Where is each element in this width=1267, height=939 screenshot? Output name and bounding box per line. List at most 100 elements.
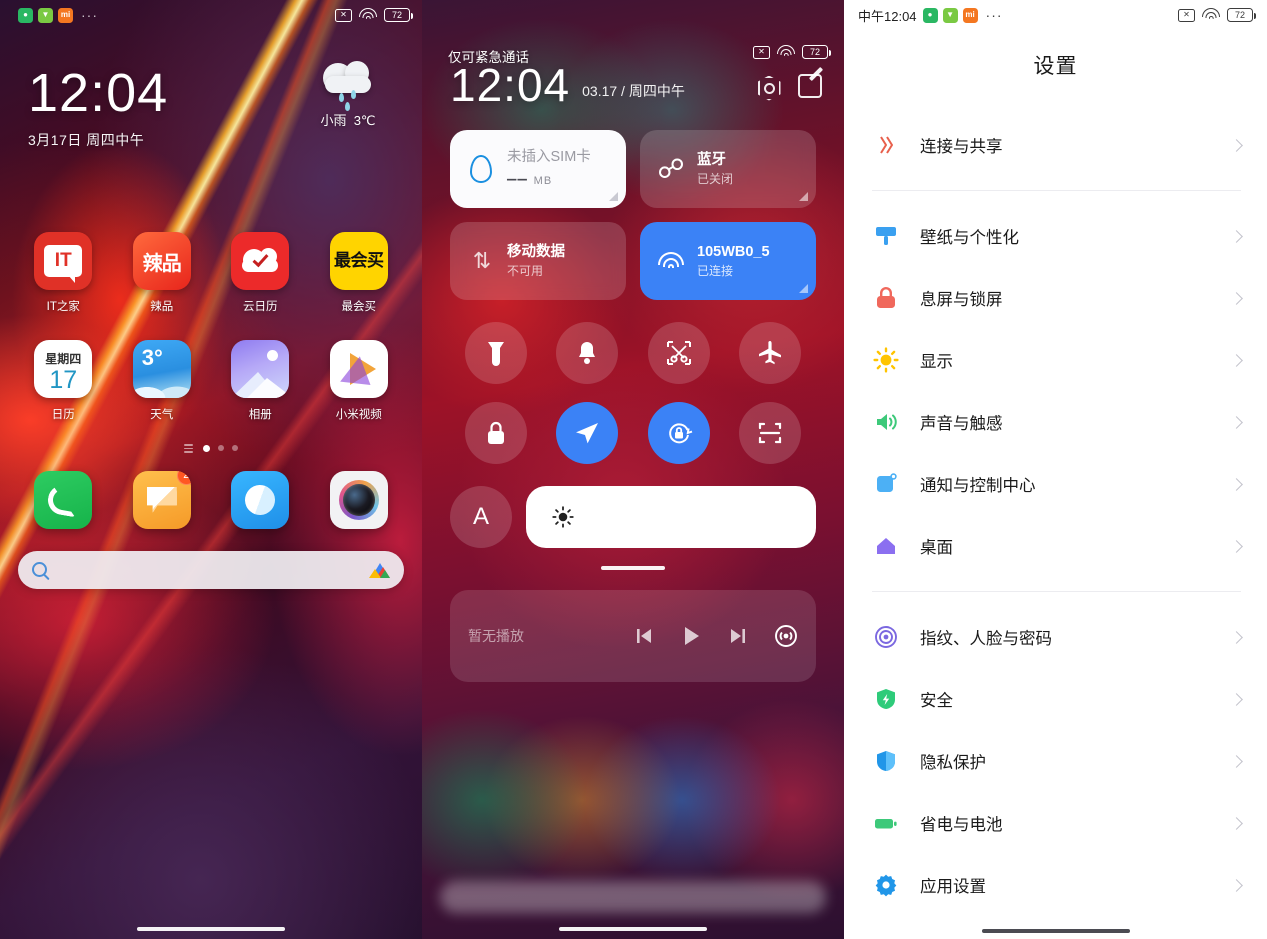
location-icon[interactable] [556,402,619,464]
app-gallery[interactable]: 相册 [211,340,310,422]
media-controls [634,624,798,648]
sidebar-item-privacy[interactable]: 隐私保护 [844,730,1267,792]
no-sim-icon: ✕ [1178,8,1195,22]
bell-icon[interactable] [556,322,619,384]
brightness-slider[interactable] [526,486,816,548]
sidebar-item-label: 省电与电池 [920,816,1003,834]
cc-clock-time: 12:04 [450,59,571,111]
app-zuihuimai[interactable]: 最会买 最会买 [310,232,409,314]
home-gesture-bar[interactable] [0,927,422,931]
screenshot-icon[interactable] [647,322,710,384]
chevron-right-icon [1230,539,1243,553]
tile-wifi[interactable]: 105WB0_5 已连接 [640,222,816,300]
ithome-icon: IT [34,232,93,290]
cc-gesture-bar[interactable] [422,927,844,931]
rotation-lock-icon[interactable] [647,402,710,464]
settings-status-bar: 中午12:04 ● ▼ mi ··· ✕ 72 [844,0,1267,30]
weather-widget[interactable]: 小雨 3℃ [300,60,396,129]
chevron-right-icon [1230,754,1243,768]
chevron-right-icon [1230,692,1243,706]
sidebar-item-lock-screen[interactable]: 息屏与锁屏 [844,267,1267,329]
sidebar-item-wallpaper[interactable]: 壁纸与个性化 [844,205,1267,267]
chevron-right-icon [1230,816,1243,830]
app-label: 最会买 [341,301,377,313]
app-calendar[interactable]: 星期四 17 日历 [14,340,113,422]
tile-expand-corner[interactable] [609,192,618,201]
status-time: 中午12:04 [858,8,917,24]
edit-icon[interactable] [798,74,822,98]
tile-mobile-data[interactable]: ⇅ 移动数据 不可用 [450,222,626,300]
message-icon: 2 [132,470,191,529]
no-sim-icon: ✕ [335,8,352,22]
data-drop-icon [464,155,498,183]
app-weather[interactable]: 3° 天气 [113,340,212,422]
settings-panel: 中午12:04 ● ▼ mi ··· ✕ 72 设置 连接与共享 壁纸与个性化 … [844,0,1267,939]
sidebar-item-label: 通知与控制中心 [920,477,1036,495]
cc-clock-row: 12:04 03.17 / 周四中午 [422,62,844,108]
sidebar-item-battery[interactable]: 省电与电池 [844,792,1267,854]
app-mi-video[interactable]: 小米视频 [310,340,409,422]
connection-share-icon [872,132,900,158]
dock-phone[interactable] [14,470,113,529]
page-indicator[interactable] [0,444,422,453]
flashlight-icon[interactable] [464,322,527,384]
brightness-row: A [422,486,844,548]
weather-icon: 3° [132,340,191,398]
sidebar-item-home-screen[interactable]: 桌面 [844,515,1267,577]
play-icon [685,627,699,645]
control-center-handle[interactable] [601,566,665,570]
app-label: 日历 [51,409,75,421]
search-bar[interactable] [18,550,404,589]
app-label: 辣品 [150,301,174,313]
page-dot[interactable] [232,445,238,452]
dock-messages[interactable]: 2 [113,470,212,529]
tile-expand-corner[interactable] [799,284,808,293]
app-drawer-lines-icon[interactable] [184,444,193,453]
auto-brightness-button[interactable]: A [450,486,512,548]
sidebar-item-connection-share[interactable]: 连接与共享 [844,114,1267,176]
weather-icon-temp: 3° [141,345,163,370]
dock-browser[interactable] [211,470,310,529]
scan-icon[interactable] [739,402,802,464]
chevron-right-icon [1230,291,1243,305]
media-player[interactable]: 暂无播放 [450,590,816,682]
page-dot-active[interactable] [203,444,210,452]
airplane-mode-icon[interactable] [739,322,802,384]
tile-bluetooth[interactable]: ☍ 蓝牙 已关闭 [640,130,816,208]
page-dot[interactable] [218,445,224,452]
google-lens-icon[interactable] [369,561,390,579]
control-center-panel: 仅可紧急通话 ✕ 72 12:04 03.17 / 周四中午 未插入SIM卡 ‒… [422,0,844,939]
wifi-icon [777,45,795,59]
weather-text: 小雨 3℃ [300,110,396,129]
app-cloud-calendar[interactable]: 云日历 [211,232,310,314]
sidebar-item-fingerprint[interactable]: 指纹、人脸与密码 [844,606,1267,668]
sidebar-item-display[interactable]: 显示 [844,329,1267,391]
app-ithome[interactable]: IT IT之家 [14,232,113,314]
sidebar-item-security[interactable]: 安全 [844,668,1267,730]
sidebar-item-app-settings[interactable]: 应用设置 [844,854,1267,916]
sidebar-item-label: 声音与触感 [920,415,1003,433]
wifi-icon [654,251,688,271]
dock: 2 [0,470,422,529]
mi-video-icon [329,340,388,398]
lock-icon[interactable] [464,402,527,464]
battery-icon [872,810,900,836]
quick-settings-tiles: 未插入SIM卡 ‒‒ MB ☍ 蓝牙 已关闭 ⇅ 移动数据 不可用 105WB0… [422,130,844,300]
app-label: 小米视频 [335,409,382,421]
settings-hex-icon[interactable] [756,74,782,102]
group-divider [872,190,1241,191]
mi-mini-icon: mi [962,7,978,23]
tile-expand-corner[interactable] [799,192,808,201]
status-notification-icons: ● ▼ mi ··· [18,7,98,23]
cc-status-icons: ✕ 72 [753,45,831,59]
sidebar-item-notifications[interactable]: 通知与控制中心 [844,453,1267,515]
settings-gesture-bar[interactable] [844,929,1267,933]
display-icon [872,347,900,373]
app-lapin[interactable]: 辣品 辣品 [113,232,212,314]
calendar-weekday: 星期四 [45,351,82,366]
tile-sim-data[interactable]: 未插入SIM卡 ‒‒ MB [450,130,626,208]
sidebar-item-label: 指纹、人脸与密码 [920,630,1052,648]
media-status-label: 暂无播放 [468,628,524,644]
sidebar-item-sound[interactable]: 声音与触感 [844,391,1267,453]
dock-camera[interactable] [310,470,409,529]
